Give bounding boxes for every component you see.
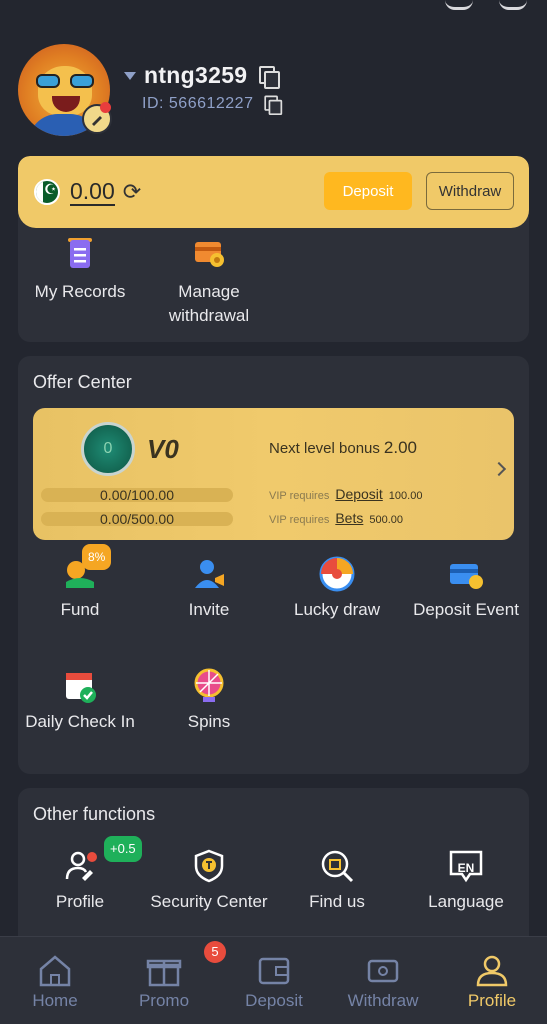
username: ntng3259 <box>144 62 248 88</box>
spins-label: Spins <box>187 712 231 731</box>
wallet-card: 0.00 ⟳ Deposit Withdraw My Records Manag… <box>18 156 529 342</box>
deposit-requirement-value: 100.00 <box>388 490 423 502</box>
withdraw-button[interactable]: Withdraw <box>426 172 514 210</box>
user-icon <box>474 953 510 987</box>
nav-deposit-label: Deposit <box>245 991 303 1010</box>
daily-check-in-icon <box>62 668 98 704</box>
fund-badge: 8% <box>82 544 112 570</box>
offer-center-card: Offer Center 0 V0 Next level bonus 2.00 0… <box>18 356 529 774</box>
nav-withdraw[interactable]: Withdraw <box>333 953 433 1011</box>
nav-home-label: Home <box>32 991 78 1010</box>
other-functions-title: Other functions <box>33 804 156 824</box>
nav-promo[interactable]: 5 Promo <box>114 941 226 1011</box>
notification-dot <box>100 102 111 113</box>
wallet-icon <box>256 953 292 987</box>
fund-item[interactable]: 8% Fund <box>16 544 144 622</box>
security-center-item[interactable]: Security Center <box>145 848 273 914</box>
next-level-value: 2.00 <box>383 438 417 457</box>
withdraw-icon <box>365 953 401 987</box>
bets-requirement-link[interactable]: Bets <box>335 510 363 526</box>
profile-label: Profile <box>55 892 105 911</box>
invite-item[interactable]: Invite <box>145 556 273 622</box>
daily-check-in-label: Daily Check In <box>25 712 135 731</box>
nav-profile[interactable]: Profile <box>442 953 542 1011</box>
bets-requirement-value: 500.00 <box>369 514 403 526</box>
deposit-button[interactable]: Deposit <box>324 172 412 210</box>
language-label: Language <box>428 892 504 911</box>
refresh-icon[interactable]: ⟳ <box>123 180 141 205</box>
next-level-label: Next level bonus <box>269 440 380 457</box>
gift-icon: 5 <box>146 941 226 987</box>
manage-withdrawal-label: Manage withdrawal <box>168 282 250 325</box>
security-center-label: Security Center <box>150 892 268 911</box>
find-us-item[interactable]: Find us <box>273 848 401 914</box>
profile-header: ntng3259 ID: 566612227 <box>18 44 528 136</box>
dropdown-caret-icon[interactable] <box>124 71 136 80</box>
nav-profile-label: Profile <box>467 991 517 1010</box>
manage-withdrawal-link[interactable]: Manage withdrawal <box>144 236 274 328</box>
my-records-label: My Records <box>34 282 126 301</box>
spins-item[interactable]: Spins <box>145 668 273 734</box>
language-icon: EN <box>448 848 484 884</box>
deposit-progress-bar: 0.00/100.00 <box>41 488 233 502</box>
manage-withdrawal-icon <box>191 236 227 272</box>
top-header-icons[interactable] <box>445 0 527 10</box>
lucky-draw-item[interactable]: Lucky draw <box>273 556 401 622</box>
security-icon <box>191 848 227 884</box>
fund-label: Fund <box>60 600 100 619</box>
my-records-link[interactable]: My Records <box>18 236 145 304</box>
deposit-event-icon <box>448 556 484 592</box>
invite-icon <box>191 556 227 592</box>
vip-level: V0 <box>147 434 179 464</box>
requires-label: VIP requires <box>269 514 330 526</box>
nav-promo-label: Promo <box>138 991 190 1010</box>
user-id: ID: 566612227 <box>142 95 254 112</box>
offer-center-title: Offer Center <box>33 372 132 392</box>
invite-label: Invite <box>188 600 230 619</box>
promo-badge: 5 <box>204 941 226 963</box>
copy-username-icon[interactable] <box>259 65 281 89</box>
profile-badge: +0.5 <box>104 836 142 862</box>
chevron-right-icon[interactable] <box>491 461 507 477</box>
deposit-event-label: Deposit Event <box>413 600 519 619</box>
bets-progress-bar: 0.00/500.00 <box>41 512 233 526</box>
lucky-draw-icon <box>319 556 355 592</box>
next-level-bonus: Next level bonus 2.00 <box>269 438 417 458</box>
language-icon-text: EN <box>457 861 475 875</box>
pakistan-flag-icon <box>34 179 60 205</box>
home-icon <box>37 953 73 987</box>
other-functions-card: Other functions +0.5 Profile Security Ce… <box>18 788 529 948</box>
daily-check-in-item[interactable]: Daily Check In <box>16 668 144 734</box>
balance-amount: 0.00 <box>70 178 115 206</box>
vip-medal-icon: 0 <box>81 422 135 476</box>
nav-home[interactable]: Home <box>5 953 105 1011</box>
message-icon[interactable] <box>499 0 527 10</box>
deposit-requirement: VIP requires Deposit 100.00 <box>269 486 422 502</box>
profile-edit-icon: +0.5 <box>62 836 142 884</box>
bottom-navigation: Home 5 Promo Deposit Withdraw Profile <box>0 936 547 1024</box>
vip-card[interactable]: 0 V0 Next level bonus 2.00 0.00/100.00 0.… <box>33 408 514 540</box>
headset-icon[interactable] <box>445 0 473 10</box>
lucky-draw-label: Lucky draw <box>294 600 380 619</box>
language-item[interactable]: EN Language <box>402 848 530 914</box>
find-us-label: Find us <box>309 892 365 911</box>
find-us-icon <box>319 848 355 884</box>
profile-item[interactable]: +0.5 Profile <box>16 836 144 914</box>
deposit-requirement-link[interactable]: Deposit <box>335 486 382 502</box>
vip-medal-text: 0 <box>103 440 113 457</box>
nav-deposit[interactable]: Deposit <box>224 953 324 1011</box>
records-icon <box>62 236 98 272</box>
fund-icon: 8% <box>62 544 112 592</box>
requires-label: VIP requires <box>269 490 330 502</box>
deposit-event-item[interactable]: Deposit Event <box>402 556 530 622</box>
nav-withdraw-label: Withdraw <box>347 991 419 1010</box>
bets-requirement: VIP requires Bets 500.00 <box>269 510 403 526</box>
spins-icon <box>191 668 227 704</box>
copy-id-icon[interactable] <box>264 95 283 116</box>
